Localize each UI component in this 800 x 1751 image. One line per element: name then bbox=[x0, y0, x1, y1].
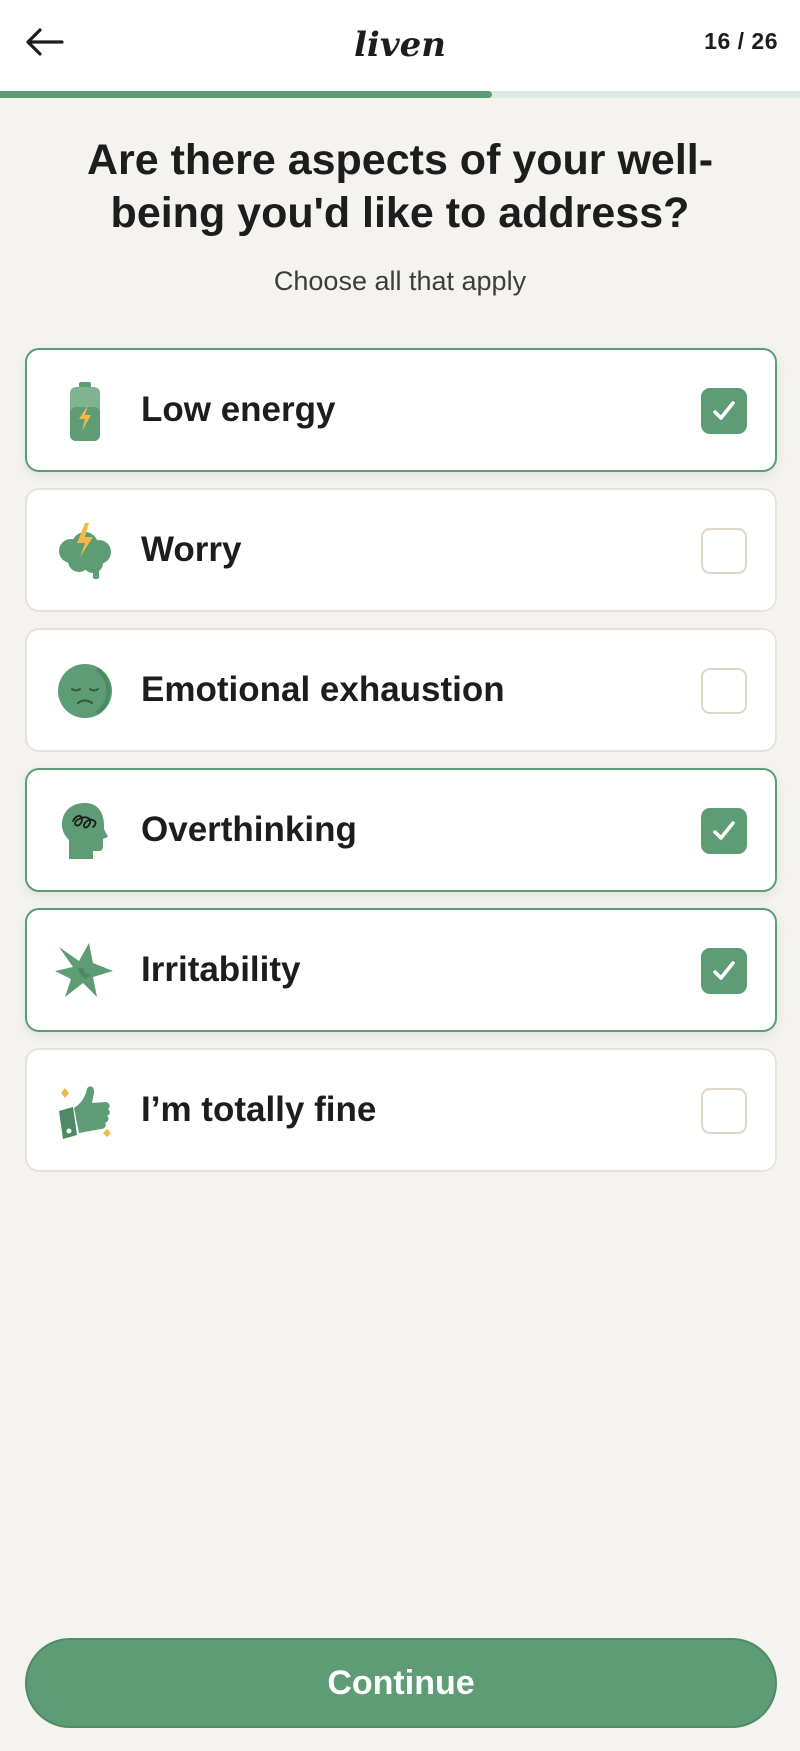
option-checkbox[interactable] bbox=[701, 528, 747, 574]
burst-icon bbox=[55, 941, 115, 1001]
head-scribble-icon bbox=[55, 801, 115, 861]
option-checkbox[interactable] bbox=[701, 1088, 747, 1134]
liven-logo: liven bbox=[300, 14, 500, 74]
option-label: Worry bbox=[141, 530, 242, 569]
option-label: Overthinking bbox=[141, 810, 357, 849]
question-subtitle: Choose all that apply bbox=[273, 266, 527, 296]
option-label: Irritability bbox=[141, 950, 301, 989]
step-counter: 16 / 26 bbox=[704, 28, 778, 54]
back-button[interactable] bbox=[20, 22, 68, 62]
option-checkbox[interactable] bbox=[701, 808, 747, 854]
battery-icon bbox=[55, 381, 115, 441]
checkmark-icon bbox=[713, 961, 735, 980]
thumbs-up-icon bbox=[55, 1081, 115, 1141]
option-checkbox[interactable] bbox=[701, 948, 747, 994]
option-emotional-exhaustion[interactable]: Emotional exhaustion bbox=[25, 628, 777, 752]
option-checkbox[interactable] bbox=[701, 388, 747, 434]
checkmark-icon bbox=[713, 401, 735, 420]
option-irritability[interactable]: Irritability bbox=[25, 908, 777, 1032]
option-label: Emotional exhaustion bbox=[141, 670, 505, 709]
app-header: liven 16 / 26 bbox=[0, 0, 800, 91]
option-worry[interactable]: Worry bbox=[25, 488, 777, 612]
option-totally-fine[interactable]: I’m totally fine bbox=[25, 1048, 777, 1172]
progress-fill bbox=[0, 91, 493, 98]
option-overthinking[interactable]: Overthinking bbox=[25, 768, 777, 892]
sad-face-icon bbox=[55, 661, 115, 721]
option-checkbox[interactable] bbox=[701, 668, 747, 714]
option-label: I’m totally fine bbox=[141, 1090, 377, 1129]
continue-button[interactable]: Continue bbox=[25, 1638, 777, 1728]
question-title: Are there aspects of your well-being you… bbox=[86, 136, 714, 237]
progress-bar bbox=[0, 91, 800, 98]
checkmark-icon bbox=[713, 821, 735, 840]
options-list: Low energy Worry Emotional exhaustion Ov… bbox=[25, 348, 777, 1188]
brain-lightning-icon bbox=[55, 521, 115, 581]
option-low-energy[interactable]: Low energy bbox=[25, 348, 777, 472]
arrow-left-icon bbox=[26, 28, 64, 56]
option-label: Low energy bbox=[141, 390, 336, 429]
svg-text:liven: liven bbox=[354, 25, 446, 65]
